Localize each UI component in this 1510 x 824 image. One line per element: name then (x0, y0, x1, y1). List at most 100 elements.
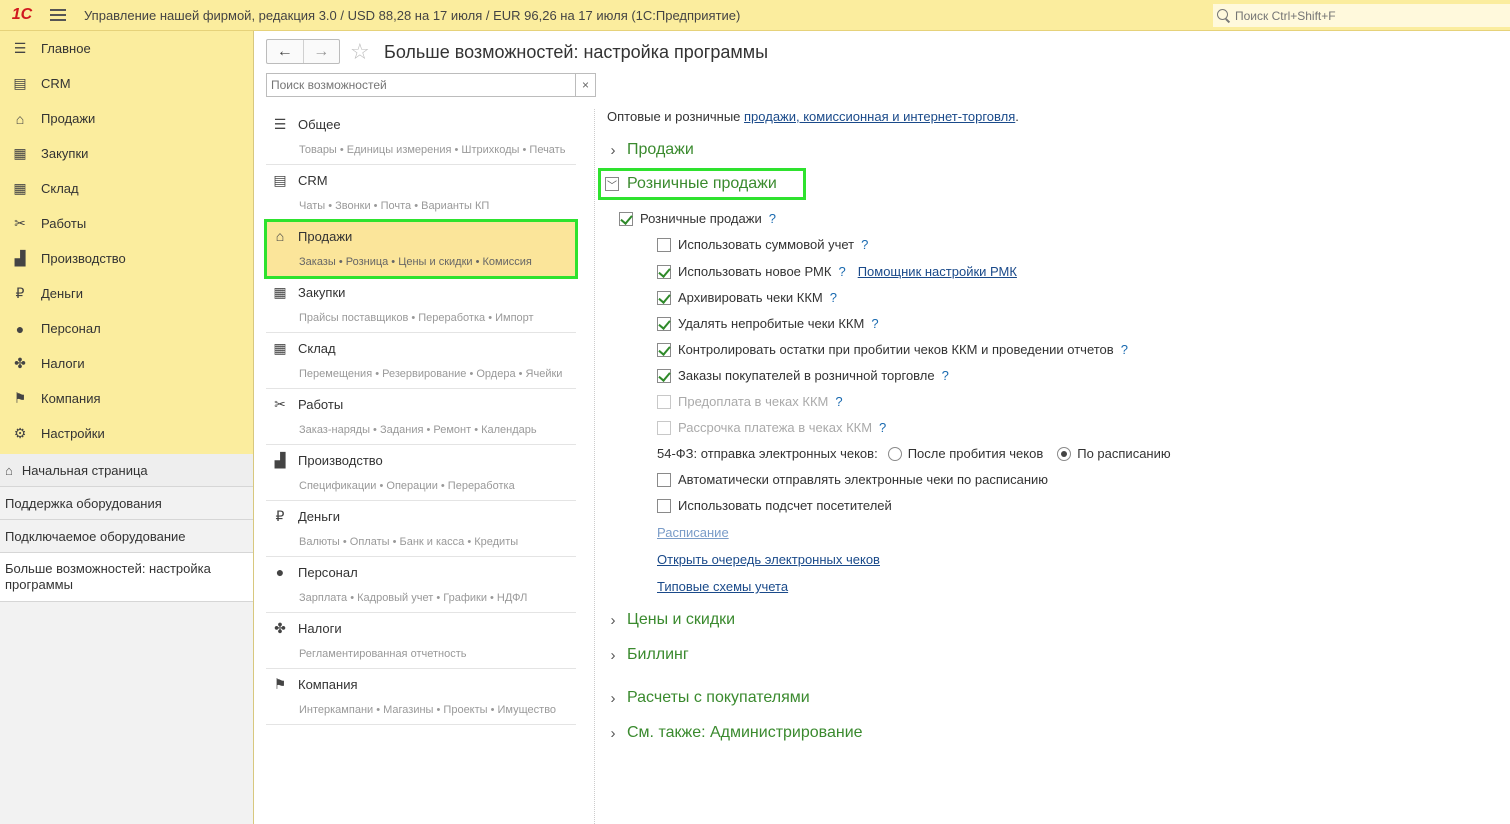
category-item-9[interactable]: ✤ Налоги Регламентированная отчетность (266, 613, 576, 669)
archive-receipts-checkbox[interactable] (657, 290, 671, 305)
fz-radio-group: После пробития чеков По расписанию (887, 446, 1185, 461)
open-window-connected-equipment[interactable]: Подключаемое оборудование (0, 520, 253, 553)
rmk-setup-assistant-link[interactable]: Помощник настройки РМК (858, 264, 1017, 279)
history-buttons: ← → (266, 39, 340, 64)
open-window-equipment-support[interactable]: Поддержка оборудования (0, 487, 253, 520)
category-subtitle: Товары • Единицы измерения • Штрихкоды •… (299, 144, 566, 156)
schedule-link[interactable]: Расписание (657, 525, 729, 540)
nav-item-label: Склад (41, 181, 79, 196)
nav-item-1[interactable]: ▤ CRM (0, 66, 253, 101)
tools-icon: ✂ (14, 215, 26, 231)
divider (594, 109, 595, 824)
option-delete-unpunched: Удалять непробитые чеки ККМ ? (657, 316, 879, 331)
nav-item-7[interactable]: ₽ Деньги (0, 276, 253, 311)
section-billing[interactable]: › Биллинг (607, 646, 689, 664)
clear-search-button[interactable]: × (575, 74, 595, 96)
category-subtitle: Интеркампани • Магазины • Проекты • Имущ… (299, 704, 557, 716)
intro-link[interactable]: продажи, комиссионная и интернет-торговл… (744, 109, 1015, 124)
help-icon[interactable]: ? (942, 368, 949, 383)
help-icon[interactable]: ? (879, 420, 886, 435)
category-item-1[interactable]: ▤ CRM Чаты • Звонки • Почта • Варианты КП (266, 165, 576, 221)
installment-checkbox (657, 420, 671, 435)
feature-search-input[interactable] (267, 78, 575, 92)
nav-item-9[interactable]: ✤ Налоги (0, 346, 253, 381)
nav-item-label: Продажи (41, 111, 96, 126)
nav-item-label: Главное (41, 41, 91, 56)
section-see-also[interactable]: › См. также: Администрирование (607, 724, 863, 742)
radio-schedule[interactable] (1057, 446, 1072, 461)
flag-icon: ⚑ (13, 390, 27, 406)
nav-item-label: Настройки (41, 426, 105, 441)
section-settlements[interactable]: › Расчеты с покупателями (607, 689, 810, 707)
sum-accounting-checkbox[interactable] (657, 237, 671, 252)
category-title-text: Компания (298, 676, 358, 692)
category-item-4[interactable]: ▦ Склад Перемещения • Резервирование • Орд… (266, 333, 576, 389)
category-item-8[interactable]: ● Персонал Зарплата • Кадровый учет • Граф… (266, 557, 576, 613)
section-prices[interactable]: › Цены и скидки (607, 611, 736, 629)
option-sum-accounting: Использовать суммовой учет ? (657, 237, 868, 252)
forward-button[interactable]: → (302, 40, 340, 63)
auto-send-checkbox[interactable] (657, 472, 671, 487)
category-item-10[interactable]: ⚑ Компания Интеркампани • Магазины • Проек… (266, 669, 576, 725)
control-stock-checkbox[interactable] (657, 342, 671, 357)
help-icon[interactable]: ? (1121, 342, 1128, 357)
chevron-down-icon: ﹀ (605, 177, 619, 192)
top-bar: 1С Управление нашей фирмой, редакция 3.0… (0, 0, 1510, 31)
new-rmk-checkbox[interactable] (657, 264, 671, 279)
factory-icon: ▟ (14, 250, 26, 266)
home-page-link[interactable]: ⌂ Начальная страница (0, 454, 253, 487)
retail-orders-checkbox[interactable] (657, 368, 671, 383)
emblem-icon: ✤ (274, 619, 286, 636)
nav-item-0[interactable]: ☰ Главное (0, 31, 253, 66)
nav-item-label: Персонал (41, 321, 101, 336)
nav-item-6[interactable]: ▟ Производство (0, 241, 253, 276)
option-new-rmk: Использовать новое РМК ? Помощник настро… (657, 264, 1017, 279)
chevron-right-icon: › (610, 689, 616, 707)
delete-unpunched-checkbox[interactable] (657, 316, 671, 331)
category-item-7[interactable]: ₽ Деньги Валюты • Оплаты • Банк и касса • … (266, 501, 576, 557)
category-title-text: Производство (298, 452, 383, 468)
radio-after-punch[interactable] (887, 446, 902, 461)
visitor-count-checkbox[interactable] (657, 498, 671, 513)
help-icon[interactable]: ? (861, 237, 868, 252)
favorite-star-icon[interactable]: ☆ (350, 39, 370, 65)
nav-item-2[interactable]: ⌂ Продажи (0, 101, 253, 136)
nav-item-label: CRM (41, 76, 71, 91)
category-item-3[interactable]: ▦ Закупки Прайсы поставщиков • Переработка… (266, 277, 576, 333)
category-title: ▦ Закупки (272, 284, 345, 300)
category-item-2[interactable]: ⌂ Продажи Заказы • Розница • Цены и скидки… (264, 219, 578, 279)
nav-item-8[interactable]: ● Персонал (0, 311, 253, 346)
help-icon[interactable]: ? (835, 394, 842, 409)
section-sales[interactable]: › Продажи (607, 141, 694, 159)
category-item-5[interactable]: ✂ Работы Заказ-наряды • Задания • Ремонт •… (266, 389, 576, 445)
nav-item-4[interactable]: ▦ Склад (0, 171, 253, 206)
help-icon[interactable]: ? (871, 316, 878, 331)
option-visitor-count: Использовать подсчет посетителей (657, 498, 892, 513)
category-item-6[interactable]: ▟ Производство Спецификации • Операции • П… (266, 445, 576, 501)
global-search[interactable] (1213, 4, 1510, 27)
category-item-0[interactable]: ☰ Общее Товары • Единицы измерения • Штрих… (266, 109, 576, 165)
receipts-queue-link[interactable]: Открыть очередь электронных чеков (657, 552, 880, 567)
nav-item-10[interactable]: ⚑ Компания (0, 381, 253, 416)
help-icon[interactable]: ? (769, 211, 776, 226)
fz-after-punch-option[interactable]: После пробития чеков (887, 446, 1043, 461)
option-archive-receipts: Архивировать чеки ККМ ? (657, 290, 837, 305)
global-search-input[interactable] (1235, 8, 1495, 23)
fz-schedule-option[interactable]: По расписанию (1057, 446, 1171, 461)
section-retail[interactable]: ﹀ Розничные продажи (598, 168, 806, 200)
nav-item-3[interactable]: ▦ Закупки (0, 136, 253, 171)
category-title: ☰ Общее (272, 116, 341, 132)
cart-icon: ▦ (13, 145, 27, 161)
open-window-more-features[interactable]: Больше возможностей: настройка программы (0, 553, 253, 602)
retail-main-checkbox[interactable] (619, 211, 633, 226)
main-menu-icon[interactable] (50, 9, 66, 21)
basket-icon: ⌂ (15, 110, 25, 127)
nav-item-5[interactable]: ✂ Работы (0, 206, 253, 241)
help-icon[interactable]: ? (838, 264, 845, 279)
back-button[interactable]: ← (267, 40, 303, 63)
category-subtitle: Чаты • Звонки • Почта • Варианты КП (299, 200, 490, 212)
nav-item-11[interactable]: ⚙ Настройки (0, 416, 253, 451)
help-icon[interactable]: ? (830, 290, 837, 305)
accounting-schemes-link[interactable]: Типовые схемы учета (657, 579, 788, 594)
app-title: Управление нашей фирмой, редакция 3.0 / … (84, 7, 741, 23)
